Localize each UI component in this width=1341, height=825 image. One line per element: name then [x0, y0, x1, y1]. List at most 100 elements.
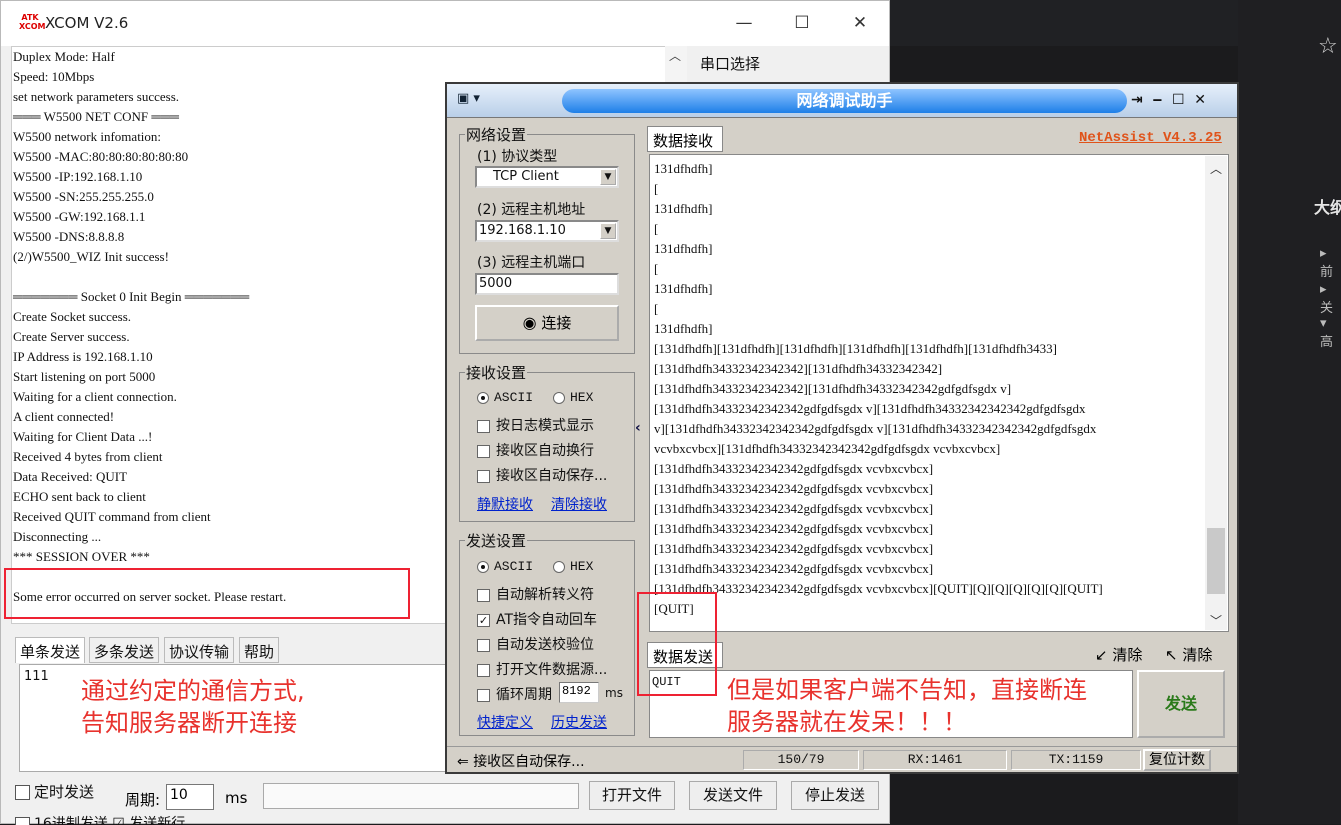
scroll-thumb[interactable]	[1207, 528, 1225, 594]
xcom-logo-icon: ATK XCOM	[19, 13, 46, 33]
maximize-button[interactable]: ☐	[787, 11, 817, 35]
loop-unit: ms	[605, 686, 623, 700]
log-mode-checkbox[interactable]: 按日志模式显示	[477, 415, 594, 435]
send-ascii-radio[interactable]: ASCII	[477, 559, 533, 574]
recv-line: 131dfhdfh]	[654, 201, 713, 216]
recv-line: [QUIT]	[654, 601, 694, 616]
protocol-select[interactable]: TCP Client ▼	[475, 166, 619, 188]
recv-settings-label: 接收设置	[465, 362, 528, 383]
recv-line: [131dfhdfh34332342342342gdfgdfsgdx vcvbx…	[654, 541, 934, 556]
recv-line: 131dfhdfh]	[654, 281, 713, 296]
ms-label: ms	[225, 789, 248, 807]
status-rx: RX:1461	[863, 750, 1007, 770]
send-hex-radio[interactable]: HEX	[553, 559, 593, 574]
tab-help[interactable]: 帮助	[239, 637, 280, 663]
recv-line: [	[654, 221, 659, 236]
background-sidebar	[1238, 0, 1341, 824]
receive-area[interactable]: 131dfhdfh][131dfhdfh][131dfhdfh][131dfhd…	[649, 154, 1229, 632]
send-file-button[interactable]: 发送文件	[689, 781, 777, 810]
timed-send-checkbox[interactable]: 定时发送	[15, 781, 94, 802]
recv-line: [	[654, 181, 659, 196]
outline-heading: 大纲	[1314, 198, 1341, 217]
tab-single-send[interactable]: 单条发送	[15, 637, 86, 663]
auto-wrap-checkbox[interactable]: 接收区自动换行	[477, 440, 594, 460]
host-label: (2) 远程主机地址	[477, 202, 586, 218]
recv-line: [	[654, 301, 659, 316]
outline-item[interactable]: ▸ 关	[1320, 282, 1341, 316]
recv-line: [131dfhdfh][131dfhdfh][131dfhdfh][131dfh…	[654, 341, 1057, 356]
period-input[interactable]: 10	[166, 784, 214, 810]
status-saving: ⇐ 接收区自动保存...	[457, 754, 585, 770]
checksum-checkbox[interactable]: 自动发送校验位	[477, 634, 594, 654]
window-title: XCOM V2.6	[45, 14, 129, 32]
tab-multi-send[interactable]: 多条发送	[89, 637, 160, 663]
loop-period-input[interactable]: 8192	[559, 682, 599, 703]
connect-button[interactable]: ◉ 连接	[475, 305, 619, 341]
open-file-button[interactable]: 打开文件	[589, 781, 675, 810]
status-bar: ⇐ 接收区自动保存... 150/79 RX:1461 TX:1159 复位计数	[447, 746, 1237, 772]
recv-line: [131dfhdfh34332342342342gdfgdfsgdx vcvbx…	[654, 561, 934, 576]
escape-parse-checkbox[interactable]: 自动解析转义符	[477, 584, 594, 604]
minimize-button[interactable]: —	[729, 11, 759, 35]
at-cr-checkbox[interactable]: ✓ AT指令自动回车	[477, 609, 597, 629]
clear-recv-link[interactable]: 清除接收	[551, 494, 607, 514]
port-label: (3) 远程主机端口	[477, 255, 586, 271]
file-source-checkbox[interactable]: 打开文件数据源...	[477, 659, 607, 679]
silent-recv-link[interactable]: 静默接收	[477, 494, 533, 514]
history-link[interactable]: 历史发送	[551, 712, 607, 732]
recv-line: 131dfhdfh]	[654, 321, 713, 336]
window-controls[interactable]: ⇥ ‒ ☐ ✕	[1131, 92, 1206, 108]
send-button[interactable]: 发送	[1137, 670, 1225, 738]
version-link[interactable]: NetAssist V4.3.25	[1079, 130, 1222, 146]
shortcut-link[interactable]: 快捷定义	[477, 712, 533, 732]
recv-line: v][131dfhdfh34332342342342gdfgdfsgdx v][…	[654, 421, 1097, 436]
recv-line: [131dfhdfh34332342342342gdfgdfsgdx vcvbx…	[654, 581, 1103, 596]
scroll-up-icon[interactable]: ︿	[1210, 160, 1222, 177]
clear-recv-button[interactable]: ↖ 清除	[1165, 644, 1212, 665]
recv-line: [	[654, 261, 659, 276]
recv-line: [131dfhdfh34332342342342][131dfhdfh34332…	[654, 381, 1012, 396]
star-icon[interactable]: ☆	[1318, 34, 1341, 64]
port-input[interactable]: 5000	[475, 273, 619, 295]
loop-period-checkbox[interactable]: 循环周期	[477, 684, 552, 704]
recv-hex-radio[interactable]: HEX	[553, 390, 593, 405]
file-path-input[interactable]	[263, 783, 579, 809]
port-select-label: 串口选择	[700, 55, 761, 73]
recv-line: [131dfhdfh34332342342342][131dfhdfh34332…	[654, 361, 943, 376]
recv-line: [131dfhdfh34332342342342gdfgdfsgdx vcvbx…	[654, 461, 934, 476]
recv-line: vcvbxcvbcx][131dfhdfh34332342342342gdfgd…	[654, 441, 1001, 456]
log-line: Duplex Mode: Half	[13, 49, 115, 64]
netassist-titlebar: ▣ ▾ 网络调试助手 ⇥ ‒ ☐ ✕	[447, 84, 1237, 118]
outline-item[interactable]: ▸ 前	[1320, 246, 1341, 280]
scroll-down-icon[interactable]: ﹀	[1210, 612, 1222, 629]
tab-data-receive[interactable]: 数据接收	[647, 126, 723, 152]
annotation-text: 但是如果客户端不告知，直接断连 服务器就在发呆！！！	[727, 676, 1087, 736]
system-menu-icon[interactable]: ▣ ▾	[457, 91, 480, 106]
host-select[interactable]: 192.168.1.10 ▼	[475, 220, 619, 242]
annotation-highlight-box	[4, 568, 410, 619]
collapse-handle[interactable]: ‹	[635, 384, 645, 534]
xcom-titlebar: ATK XCOM XCOM V2.6 — ☐ ✕	[1, 1, 889, 46]
send-settings-label: 发送设置	[465, 530, 528, 551]
reset-count-button[interactable]: 复位计数	[1143, 749, 1211, 771]
tab-protocol[interactable]: 协议传输	[164, 637, 235, 663]
period-label: 周期:	[125, 791, 161, 809]
recv-line: [131dfhdfh34332342342342gdfgdfsgdx v][13…	[654, 401, 1086, 416]
status-tx: TX:1159	[1011, 750, 1141, 770]
stop-send-button[interactable]: 停止发送	[791, 781, 879, 810]
recv-line: [131dfhdfh34332342342342gdfgdfsgdx vcvbx…	[654, 481, 934, 496]
recv-ascii-radio[interactable]: ASCII	[477, 390, 533, 405]
status-ratio: 150/79	[743, 750, 859, 770]
clear-send-button[interactable]: ↙ 清除	[1095, 644, 1142, 665]
clear-icon: ↙	[1095, 646, 1108, 664]
net-settings-label: 网络设置	[465, 124, 528, 145]
recv-line: [131dfhdfh34332342342342gdfgdfsgdx vcvbx…	[654, 521, 934, 536]
recv-line: 131dfhdfh]	[654, 241, 713, 256]
outline-item[interactable]: ▾ 高	[1320, 316, 1341, 350]
close-button[interactable]: ✕	[845, 11, 875, 35]
scroll-up-icon[interactable]: ︿	[669, 47, 681, 64]
hex-send-row[interactable]: 16进制发送 ☑ 发送新行	[15, 813, 895, 825]
auto-save-checkbox[interactable]: 接收区自动保存...	[477, 465, 607, 485]
netassist-window: ▣ ▾ 网络调试助手 ⇥ ‒ ☐ ✕ 网络设置 (1) 协议类型 TCP Cli…	[445, 82, 1239, 774]
recv-line: 131dfhdfh]	[654, 161, 713, 176]
